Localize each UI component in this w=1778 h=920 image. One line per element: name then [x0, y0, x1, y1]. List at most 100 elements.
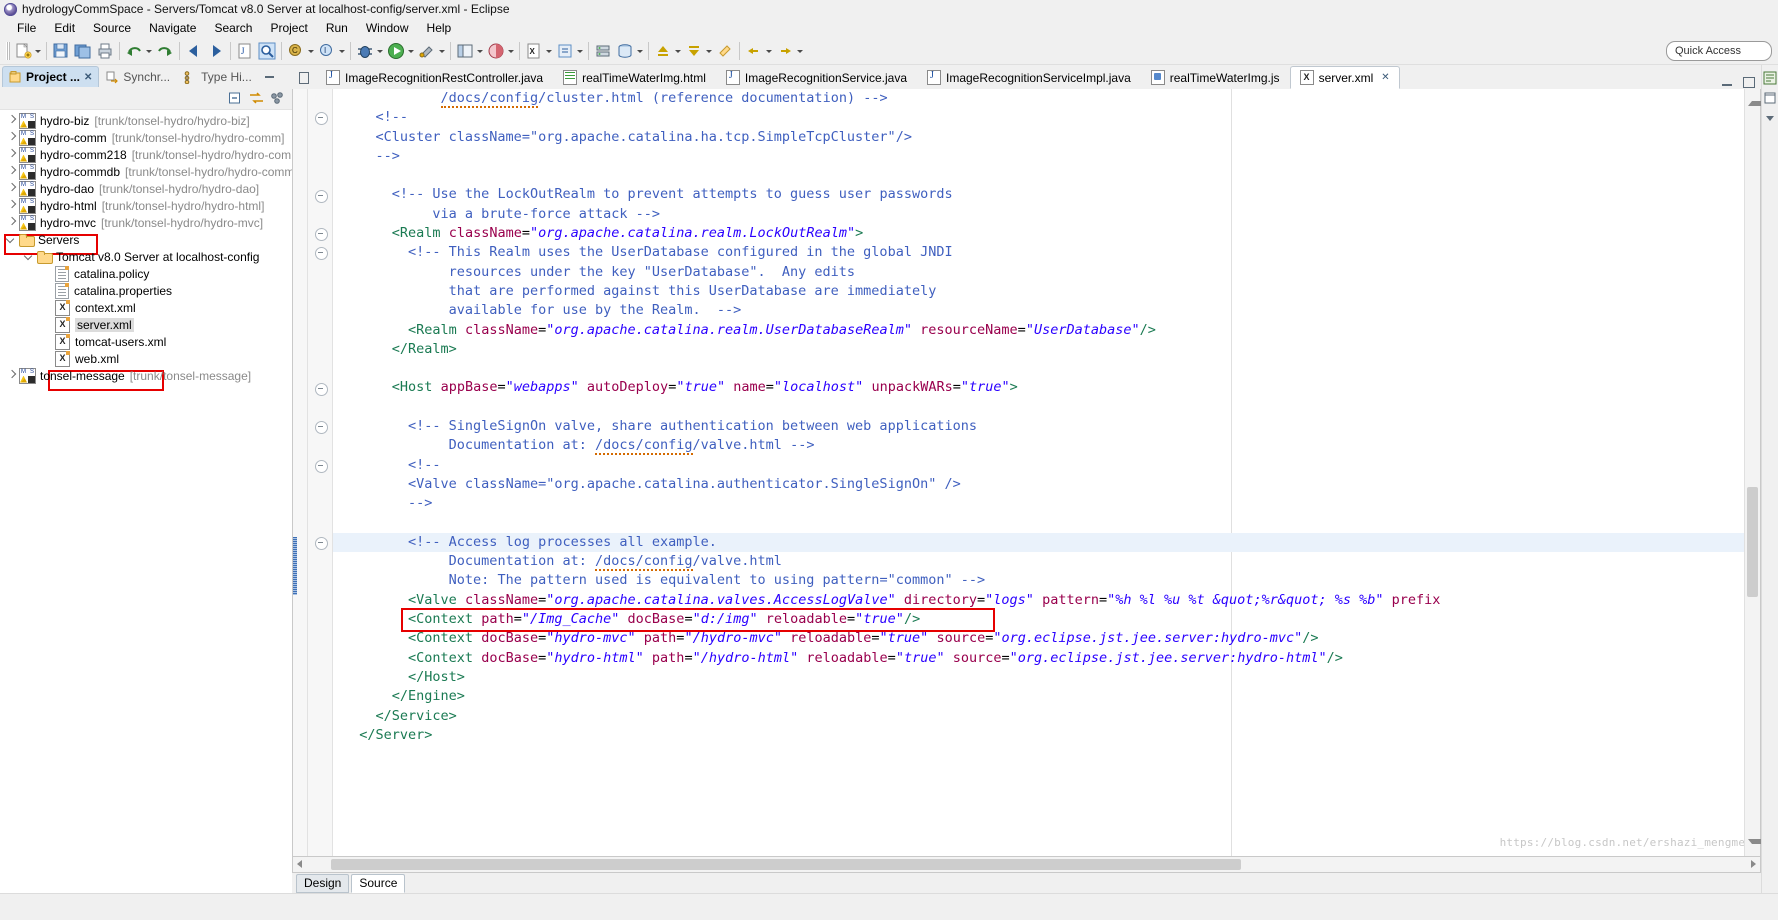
- debug-icon[interactable]: [355, 41, 375, 61]
- fold-toggle-icon[interactable]: [315, 421, 328, 435]
- scroll-right-icon[interactable]: [1751, 860, 1756, 868]
- coverage-icon[interactable]: [486, 41, 506, 61]
- expand-twisty-icon[interactable]: [6, 200, 17, 211]
- project-tree[interactable]: MS hydro-biz [trunk/tonsel-hydro/hydro-bi…: [0, 110, 292, 893]
- restore-view-icon[interactable]: [1763, 91, 1777, 105]
- database-icon[interactable]: [615, 41, 635, 61]
- tree-item-server-xml[interactable]: Xserver.xml: [0, 316, 292, 333]
- menu-item-navigate[interactable]: Navigate: [140, 19, 205, 37]
- tree-item-servers[interactable]: Servers: [0, 231, 292, 248]
- tree-item-context-xml[interactable]: Xcontext.xml: [0, 299, 292, 316]
- back-history-icon[interactable]: [744, 41, 764, 61]
- expand-twisty-icon[interactable]: [6, 370, 17, 381]
- tree-item-web-xml[interactable]: Xweb.xml: [0, 350, 292, 367]
- external-tools-dropdown-icon[interactable]: [438, 41, 446, 61]
- horizontal-scrollbar[interactable]: [292, 857, 1761, 873]
- fold-toggle-icon[interactable]: [315, 459, 328, 473]
- tree-item-tomcat-v8-0-server-at-localhost-config[interactable]: Tomcat v8.0 Server at localhost-config: [0, 248, 292, 265]
- editor-view-menu-icon[interactable]: [292, 67, 316, 89]
- debug-dropdown-icon[interactable]: [376, 41, 384, 61]
- editor-tab-3[interactable]: ImageRecognitionServiceImpl.java: [917, 66, 1141, 89]
- print-icon[interactable]: [95, 41, 115, 61]
- tree-item-hydro-html[interactable]: MS hydro-html [trunk/tonsel-hydro/hydro-h…: [0, 197, 292, 214]
- menu-item-edit[interactable]: Edit: [45, 19, 84, 37]
- search-icon[interactable]: [257, 41, 277, 61]
- generate-dropdown-icon[interactable]: [576, 41, 584, 61]
- menu-item-project[interactable]: Project: [261, 19, 316, 37]
- previous-annotation-icon[interactable]: [653, 41, 673, 61]
- run-external-tools-icon[interactable]: [417, 41, 437, 61]
- fold-toggle-icon[interactable]: [315, 536, 328, 550]
- tree-item-tomcat-users-xml[interactable]: Xtomcat-users.xml: [0, 333, 292, 350]
- tree-item-hydro-commdb[interactable]: MS hydro-commdb [trunk/tonsel-hydro/hydro…: [0, 163, 292, 180]
- tree-item-catalina-policy[interactable]: catalina.policy: [0, 265, 292, 282]
- next-annotation-icon[interactable]: [684, 41, 704, 61]
- link-with-editor-icon[interactable]: [249, 91, 263, 105]
- tree-item-tonsel-message[interactable]: MS tonsel-message [trunk/tonsel-message]: [0, 367, 292, 384]
- generate-icon[interactable]: [555, 41, 575, 61]
- fold-toggle-icon[interactable]: [315, 228, 328, 242]
- horizontal-scroll-thumb[interactable]: [331, 859, 1241, 870]
- collapse-all-icon[interactable]: [228, 91, 242, 105]
- tab-synchronize[interactable]: Synchr...: [99, 66, 177, 87]
- collapse-twisty-icon[interactable]: [6, 234, 17, 245]
- tab-source[interactable]: Source: [351, 873, 406, 893]
- editor-tab-0[interactable]: ImageRecognitionRestController.java: [316, 66, 553, 89]
- tree-item-hydro-dao[interactable]: MS hydro-dao [trunk/tonsel-hydro/hydro-da…: [0, 180, 292, 197]
- toolbar-grip[interactable]: [6, 42, 10, 60]
- save-icon[interactable]: [51, 41, 71, 61]
- chevron-down-icon[interactable]: [1763, 111, 1777, 125]
- tree-item-catalina-properties[interactable]: catalina.properties: [0, 282, 292, 299]
- new-dropdown-icon[interactable]: [34, 41, 42, 61]
- tab-design[interactable]: Design: [296, 873, 350, 893]
- editor-tab-5[interactable]: X server.xml ✕: [1289, 66, 1400, 89]
- minimize-editor-icon[interactable]: [1722, 78, 1733, 87]
- annotation-ruler[interactable]: [293, 89, 308, 856]
- open-type-icon[interactable]: J: [235, 41, 255, 61]
- new-xml-icon[interactable]: X: [524, 41, 544, 61]
- new-xml-dropdown-icon[interactable]: [545, 41, 553, 61]
- tab-project-explorer[interactable]: Project ... ✕: [2, 66, 100, 87]
- new-class-dropdown-icon[interactable]: [307, 41, 315, 61]
- back-history-dropdown-icon[interactable]: [765, 41, 773, 61]
- expand-twisty-icon[interactable]: [6, 115, 17, 126]
- vertical-scrollbar[interactable]: [1744, 89, 1765, 856]
- last-edit-location-icon[interactable]: [715, 41, 735, 61]
- editor-tab-4[interactable]: realTimeWaterImg.js: [1141, 66, 1290, 89]
- menu-item-run[interactable]: Run: [317, 19, 357, 37]
- expand-twisty-icon[interactable]: [6, 132, 17, 143]
- run-icon[interactable]: [386, 41, 406, 61]
- view-menu-icon[interactable]: [270, 91, 284, 105]
- undo-icon[interactable]: [124, 41, 144, 61]
- perspective-dropdown-icon[interactable]: [476, 41, 484, 61]
- fold-toggle-icon[interactable]: [315, 247, 328, 261]
- expand-twisty-icon[interactable]: [6, 183, 17, 194]
- coverage-dropdown-icon[interactable]: [507, 41, 515, 61]
- scroll-left-icon[interactable]: [297, 860, 302, 868]
- menu-item-file[interactable]: File: [8, 19, 45, 37]
- menu-item-window[interactable]: Window: [357, 19, 418, 37]
- next-annotation-dropdown-icon[interactable]: [705, 41, 713, 61]
- expand-twisty-icon[interactable]: [6, 166, 17, 177]
- collapse-twisty-icon[interactable]: [24, 251, 35, 262]
- redo-icon[interactable]: [155, 41, 175, 61]
- forward-icon[interactable]: [206, 41, 226, 61]
- menu-item-source[interactable]: Source: [84, 19, 140, 37]
- back-icon[interactable]: [184, 41, 204, 61]
- editor-tab-1[interactable]: realTimeWaterImg.html: [553, 66, 716, 89]
- tree-item-hydro-biz[interactable]: MS hydro-biz [trunk/tonsel-hydro/hydro-bi…: [0, 112, 292, 129]
- expand-twisty-icon[interactable]: [6, 149, 17, 160]
- new-interface-icon[interactable]: I: [317, 41, 337, 61]
- undo-dropdown-icon[interactable]: [145, 41, 153, 61]
- new-java-class-icon[interactable]: C: [286, 41, 306, 61]
- tree-item-hydro-comm218[interactable]: MS hydro-comm218 [trunk/tonsel-hydro/hydr…: [0, 146, 292, 163]
- source-code-view[interactable]: /docs/config/cluster.html (reference doc…: [333, 89, 1760, 856]
- new-interface-dropdown-icon[interactable]: [338, 41, 346, 61]
- menu-item-search[interactable]: Search: [205, 19, 261, 37]
- maximize-editor-icon[interactable]: [1743, 77, 1755, 88]
- new-icon[interactable]: [13, 41, 33, 61]
- editor-tab-2[interactable]: ImageRecognitionService.java: [716, 66, 917, 89]
- menu-item-help[interactable]: Help: [418, 19, 461, 37]
- server-icon[interactable]: [593, 41, 613, 61]
- save-all-icon[interactable]: [73, 41, 93, 61]
